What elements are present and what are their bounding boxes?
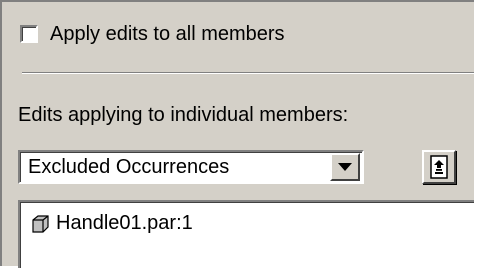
list-item[interactable]: Handle01.par:1 <box>30 212 193 235</box>
window-edge <box>474 0 480 266</box>
apply-to-all-checkbox[interactable] <box>20 25 38 43</box>
apply-to-all-row[interactable]: Apply edits to all members <box>20 22 285 46</box>
upload-icon <box>430 155 448 179</box>
individual-edits-label: Edits applying to individual members: <box>18 104 349 126</box>
dropdown-button[interactable] <box>330 153 360 181</box>
members-list[interactable]: Handle01.par:1 <box>18 200 474 268</box>
part-icon <box>32 214 49 233</box>
apply-to-all-label[interactable]: Apply edits to all members <box>50 23 285 46</box>
group-separator <box>22 72 474 74</box>
edit-type-value: Excluded Occurrences <box>28 156 230 178</box>
member-name: Handle01.par:1 <box>56 212 193 234</box>
edit-type-dropdown[interactable]: Excluded Occurrences <box>18 150 364 184</box>
chevron-down-icon <box>338 163 352 171</box>
member-edits-panel: Apply edits to all members Edits applyin… <box>0 0 474 268</box>
promote-edit-button[interactable] <box>422 150 456 184</box>
